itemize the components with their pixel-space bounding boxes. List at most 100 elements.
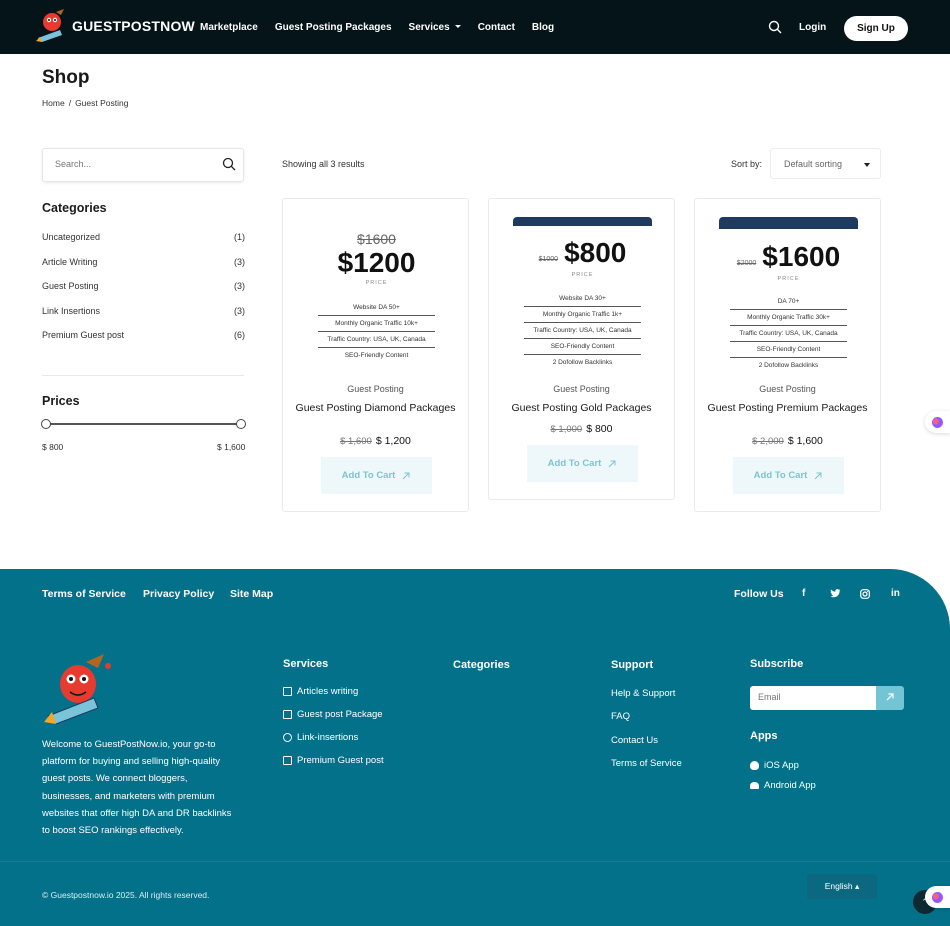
nav-guest-posting-packages[interactable]: Guest Posting Packages (275, 22, 392, 33)
support-link-terms[interactable]: Terms of Service (611, 758, 682, 769)
service-link-guest-post[interactable]: Guest post Package (283, 709, 383, 720)
floating-assistant-button[interactable] (925, 886, 950, 908)
category-item[interactable]: Uncategorized (1) (42, 232, 245, 257)
product-category[interactable]: Guest Posting (283, 384, 468, 394)
product-card[interactable]: $1000 $800 PRICE Website DA 30+ Monthly … (488, 198, 675, 500)
apps-heading: Apps (750, 730, 778, 742)
product-image[interactable]: $1600 $1200 PRICE Website DA 50+ Monthly… (300, 215, 453, 369)
footer-divider (0, 861, 950, 862)
facebook-icon[interactable]: f (802, 588, 805, 599)
service-link-link-insertions[interactable]: Link-insertions (283, 732, 358, 743)
copyright-text: © Guestpostnow.io 2025. All rights reser… (42, 890, 210, 900)
image-new-price: $1600 (762, 241, 841, 272)
category-item[interactable]: Guest Posting (3) (42, 281, 245, 306)
sort-select[interactable]: Default sorting (770, 148, 881, 179)
floating-assistant-button[interactable] (925, 411, 950, 433)
services-heading: Services (283, 658, 329, 670)
nav-blog[interactable]: Blog (532, 22, 554, 33)
email-input[interactable] (758, 692, 868, 702)
login-link[interactable]: Login (799, 22, 826, 33)
feature-item: SEO-Friendly Content (344, 352, 409, 359)
arrow-up-right-icon (814, 472, 822, 479)
footer-link-terms[interactable]: Terms of Service (42, 588, 126, 600)
product-title[interactable]: Guest Posting Premium Packages (705, 402, 870, 415)
feature-item: Traffic Country: USA, UK, Canada (318, 332, 435, 348)
product-price: $ 1,000 $ 800 (489, 423, 674, 435)
regular-price: $ 1,000 (550, 424, 583, 435)
add-to-cart-button[interactable]: Add To Cart (527, 445, 638, 482)
add-to-cart-button[interactable]: Add To Cart (321, 457, 432, 494)
image-top-band (513, 217, 652, 226)
price-range-max-handle[interactable] (236, 419, 246, 429)
search-input[interactable] (55, 159, 205, 169)
feature-item: Monthly Organic Traffic 1k+ (524, 307, 641, 323)
support-link-faq[interactable]: FAQ (611, 711, 630, 722)
footer-about-text: Welcome to GuestPostNow.io, your go-to p… (42, 739, 232, 837)
category-count: (3) (234, 256, 245, 267)
nav-contact[interactable]: Contact (478, 22, 515, 33)
price-range-track[interactable] (46, 423, 241, 425)
feature-item: Website DA 30+ (524, 291, 641, 307)
footer-link-privacy[interactable]: Privacy Policy (143, 588, 214, 600)
subscribe-submit-button[interactable] (876, 686, 904, 710)
nav-services[interactable]: Services (409, 22, 461, 33)
image-price-row: $1000 $800 (506, 237, 659, 269)
brand-logo[interactable]: GUESTPOSTNOW (34, 8, 195, 44)
link-icon (283, 733, 292, 742)
product-category[interactable]: Guest Posting (489, 384, 674, 394)
image-price-row: $2000 $1600 (712, 241, 865, 273)
support-heading: Support (611, 659, 654, 671)
footer-link-sitemap[interactable]: Site Map (230, 588, 273, 600)
search-icon[interactable] (768, 20, 782, 34)
category-name: Guest Posting (42, 281, 99, 292)
price-min-label: $ 800 (42, 442, 64, 452)
document-icon (283, 687, 292, 696)
category-name: Uncategorized (42, 232, 101, 242)
twitter-icon[interactable] (830, 589, 841, 599)
service-link-articles[interactable]: Articles writing (283, 686, 358, 697)
breadcrumb: Home / Guest Posting (42, 98, 128, 108)
add-to-cart-label: Add To Cart (547, 458, 602, 469)
language-selector[interactable]: English ▴ (807, 874, 877, 899)
feature-item: SEO-Friendly Content (730, 342, 847, 358)
category-item[interactable]: Article Writing (3) (42, 257, 245, 282)
android-app-link[interactable]: Android App (750, 780, 816, 791)
breadcrumb-home[interactable]: Home (42, 98, 65, 108)
page-title: Shop (42, 67, 90, 88)
feature-item: Traffic Country: USA, UK, Canada (730, 326, 847, 342)
image-new-price: $1200 (337, 247, 416, 278)
feature-list: DA 70+ Monthly Organic Traffic 30k+ Traf… (730, 294, 847, 367)
support-link-help[interactable]: Help & Support (611, 688, 675, 699)
product-price: $ 1,600 $ 1,200 (283, 435, 468, 447)
price-range-min-handle[interactable] (41, 419, 51, 429)
product-card[interactable]: $2000 $1600 PRICE DA 70+ Monthly Organic… (694, 198, 881, 512)
product-title[interactable]: Guest Posting Gold Packages (499, 402, 664, 415)
arrow-up-right-icon (402, 472, 410, 479)
follow-us-label: Follow Us (734, 588, 784, 600)
arrow-up-right-icon (886, 692, 894, 700)
image-top-band (719, 217, 858, 229)
support-link-contact[interactable]: Contact Us (611, 735, 658, 746)
add-to-cart-button[interactable]: Add To Cart (733, 457, 844, 494)
instagram-icon[interactable] (860, 589, 870, 599)
product-image[interactable]: $2000 $1600 PRICE DA 70+ Monthly Organic… (712, 217, 865, 369)
signup-button[interactable]: Sign Up (844, 16, 908, 41)
mascot-illustration-icon (44, 654, 111, 725)
product-image[interactable]: $1000 $800 PRICE Website DA 30+ Monthly … (506, 217, 659, 369)
category-name: Article Writing (42, 256, 98, 267)
category-item[interactable]: Link Insertions (3) (42, 306, 245, 331)
sale-price: $ 800 (586, 423, 613, 435)
nav-marketplace[interactable]: Marketplace (200, 22, 258, 33)
search-icon[interactable] (222, 157, 236, 171)
service-link-premium[interactable]: Premium Guest post (283, 755, 384, 766)
product-title[interactable]: Guest Posting Diamond Packages (293, 402, 458, 415)
product-card[interactable]: $1600 $1200 PRICE Website DA 50+ Monthly… (282, 198, 469, 512)
ios-app-link[interactable]: iOS App (750, 760, 799, 771)
category-count: (3) (234, 281, 245, 292)
product-category[interactable]: Guest Posting (695, 384, 880, 394)
category-item[interactable]: Premium Guest post (6) (42, 330, 245, 355)
arrow-up-right-icon (608, 460, 616, 467)
linkedin-icon[interactable]: in (891, 588, 900, 599)
image-old-price: $1600 (357, 231, 396, 247)
ios-app-label: iOS App (764, 760, 799, 771)
